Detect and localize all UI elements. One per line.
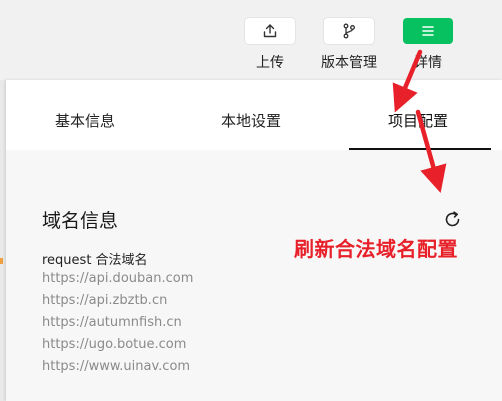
list-item: https://api.zbztb.cn — [42, 293, 168, 308]
details-button[interactable] — [403, 18, 453, 44]
edge-marker — [0, 258, 3, 264]
tab-project-config[interactable]: 项目配置 — [388, 110, 448, 131]
list-item: https://autumnfish.cn — [42, 315, 182, 330]
tab-local-settings[interactable]: 本地设置 — [221, 110, 281, 131]
project-config-content: 域名信息 request 合法域名 https://api.douban.com… — [6, 150, 502, 401]
list-item: https://ugo.botue.com — [42, 337, 187, 352]
refresh-icon — [445, 211, 460, 227]
list-item: https://api.douban.com — [42, 271, 194, 286]
tab-basic-info[interactable]: 基本信息 — [55, 110, 115, 131]
upload-button[interactable] — [245, 18, 295, 44]
menu-icon — [422, 26, 434, 36]
annotation-text: 刷新合法域名配置 — [294, 237, 458, 261]
list-item: https://www.uinav.com — [42, 359, 191, 374]
upload-label: 上传 — [256, 55, 284, 71]
request-domain-label: request 合法域名 — [42, 253, 148, 268]
section-title: 域名信息 — [42, 210, 119, 232]
upload-tool[interactable]: 上传 — [237, 18, 303, 72]
refresh-button[interactable] — [443, 210, 463, 230]
version-tool[interactable]: 版本管理 — [316, 18, 382, 72]
details-label: 详情 — [414, 55, 442, 71]
version-button[interactable] — [324, 18, 374, 44]
upload-icon — [263, 24, 277, 38]
details-tool[interactable]: 详情 — [395, 18, 461, 72]
tab-bar: 基本信息 本地设置 项目配置 — [6, 80, 502, 150]
branch-icon — [343, 23, 355, 39]
version-label: 版本管理 — [321, 55, 377, 71]
toolbar: 上传 版本管理 详情 — [0, 0, 502, 80]
